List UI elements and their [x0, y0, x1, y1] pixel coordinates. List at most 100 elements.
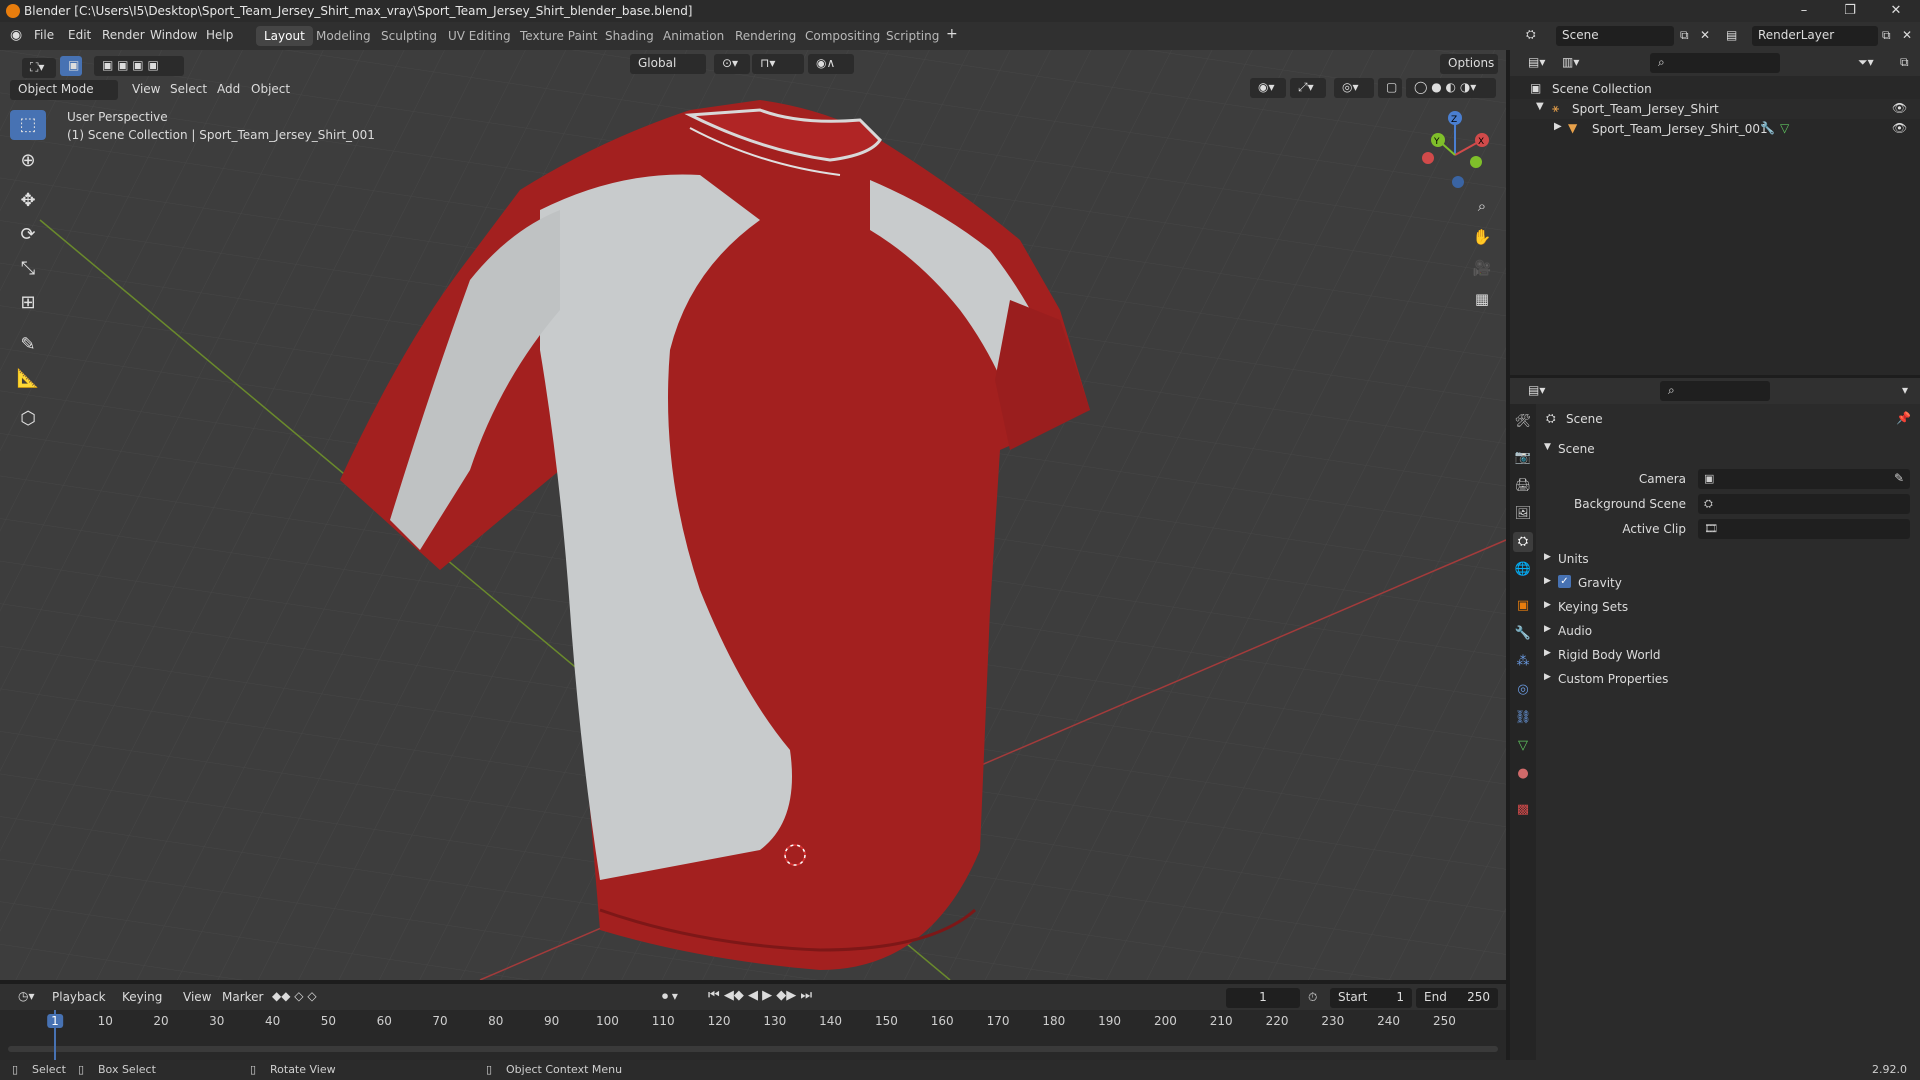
proportional-edit-icon[interactable]: ◉∧: [808, 54, 854, 74]
properties-editor-type-icon[interactable]: ▤▾: [1520, 381, 1550, 401]
transform-tool[interactable]: ⊞: [10, 288, 46, 318]
modifier-tab-icon[interactable]: 🔧: [1513, 624, 1533, 644]
delete-scene-icon[interactable]: ✕: [1700, 28, 1710, 42]
add-workspace-button[interactable]: +: [946, 26, 958, 42]
view-layer-selector[interactable]: RenderLayer: [1752, 26, 1878, 46]
cursor-tool[interactable]: ⊕: [10, 146, 46, 176]
tool-tab-icon[interactable]: 🛠: [1513, 412, 1533, 432]
select-mode-icon[interactable]: ▣: [60, 56, 82, 76]
pin-icon[interactable]: 📌: [1896, 411, 1911, 425]
zoom-icon[interactable]: ⌕: [1468, 192, 1496, 220]
new-collection-icon[interactable]: ⧉: [1892, 53, 1916, 73]
keying-sets-panel[interactable]: ▶ Keying Sets: [1540, 596, 1915, 618]
timeline-scrollbar[interactable]: [8, 1046, 1498, 1052]
layer-browse-icon[interactable]: ▤: [1726, 28, 1737, 42]
new-layer-icon[interactable]: ⧉: [1882, 28, 1891, 43]
view-layer-tab-icon[interactable]: 🖼: [1513, 504, 1533, 524]
object-mode-dropdown[interactable]: Object Mode: [10, 80, 118, 100]
gravity-checkbox[interactable]: ✓: [1558, 575, 1571, 588]
outliner-editor-type-icon[interactable]: ▤▾: [1520, 53, 1550, 73]
minimize-button[interactable]: –: [1782, 0, 1826, 22]
visibility-eye-icon[interactable]: 👁: [1892, 101, 1907, 115]
particles-tab-icon[interactable]: ⁂: [1513, 652, 1533, 672]
add-cube-tool[interactable]: ⬡: [10, 404, 46, 434]
units-panel[interactable]: ▶ Units: [1540, 548, 1915, 570]
visibility-icon[interactable]: ◉▾: [1250, 78, 1286, 98]
timeline-menu-marker[interactable]: Marker: [222, 990, 263, 1004]
pivot-point-icon[interactable]: ⊙▾: [714, 54, 750, 74]
menu-window[interactable]: Window: [150, 28, 197, 42]
outliner-row-jersey-001[interactable]: ▶ ▼ Sport_Team_Jersey_Shirt_001 🔧 ▽ 👁: [1510, 119, 1920, 139]
audio-panel[interactable]: ▶ Audio: [1540, 620, 1915, 642]
background-scene-field[interactable]: ⛭: [1698, 494, 1910, 514]
constraints-tab-icon[interactable]: ⛓: [1513, 708, 1533, 728]
outliner-row-scene-collection[interactable]: ▣ Scene Collection: [1510, 79, 1920, 99]
data-tab-icon[interactable]: ▽: [1513, 736, 1533, 756]
annotate-tool[interactable]: ✎: [10, 330, 46, 360]
scene-tab-icon[interactable]: ⛭: [1513, 532, 1533, 552]
tab-shading[interactable]: Shading: [597, 26, 662, 46]
selection-mode-buttons[interactable]: ▣ ▣ ▣ ▣: [94, 56, 184, 76]
texture-tab-icon[interactable]: ▩: [1513, 800, 1533, 820]
tab-texture-paint[interactable]: Texture Paint: [512, 26, 605, 46]
render-tab-icon[interactable]: 📷: [1513, 448, 1533, 468]
timeline-menu-keying[interactable]: Keying: [122, 990, 162, 1004]
active-clip-field[interactable]: 🎞: [1698, 519, 1910, 539]
properties-search-input[interactable]: ⌕: [1660, 381, 1770, 401]
select-box-tool[interactable]: ⬚: [10, 110, 46, 140]
scale-tool[interactable]: ⤡: [10, 254, 46, 284]
end-frame-field[interactable]: End 250: [1416, 988, 1498, 1008]
tab-animation[interactable]: Animation: [655, 26, 732, 46]
playback-controls[interactable]: ⏮ ◀◆ ◀ ▶ ◆▶ ⏭: [708, 988, 812, 1003]
close-window-button[interactable]: ✕: [1874, 0, 1918, 22]
collapse-arrow-icon[interactable]: ▶: [1554, 121, 1562, 132]
keyframe-buttons[interactable]: ◆◆ ◇ ◇: [272, 989, 317, 1003]
timeline-editor-type-icon[interactable]: ◷▾: [10, 987, 40, 1007]
overlays-icon[interactable]: ◎▾: [1334, 78, 1374, 98]
viewport-menu-object[interactable]: Object: [251, 82, 290, 96]
tab-layout[interactable]: Layout: [256, 26, 313, 46]
maximize-button[interactable]: ❐: [1828, 0, 1872, 22]
gizmo-toggle-icon[interactable]: ⤢▾: [1290, 78, 1326, 98]
camera-view-icon[interactable]: 🎥: [1468, 254, 1496, 282]
scene-selector[interactable]: Scene: [1556, 26, 1674, 46]
filter-icon[interactable]: ⏷▾: [1850, 53, 1884, 73]
auto-keying-icon[interactable]: ⏺ ▾: [662, 989, 678, 1004]
pan-hand-icon[interactable]: ✋: [1468, 223, 1496, 251]
tab-rendering[interactable]: Rendering: [727, 26, 804, 46]
viewport-menu-add[interactable]: Add: [217, 82, 240, 96]
measure-tool[interactable]: 📐: [10, 364, 46, 394]
snap-icon[interactable]: ⊓▾: [752, 54, 804, 74]
tab-uv-editing[interactable]: UV Editing: [440, 26, 519, 46]
visibility-eye-icon[interactable]: 👁: [1892, 121, 1907, 135]
move-tool[interactable]: ✥: [10, 186, 46, 216]
new-scene-icon[interactable]: ⧉: [1680, 28, 1689, 43]
scene-panel-header[interactable]: ▼ Scene: [1540, 438, 1915, 460]
timeline-menu-view[interactable]: View: [183, 990, 211, 1004]
viewport-menu-view[interactable]: View: [132, 82, 160, 96]
properties-options-icon[interactable]: ▾: [1894, 381, 1916, 401]
tab-sculpting[interactable]: Sculpting: [373, 26, 445, 46]
custom-properties-panel[interactable]: ▶ Custom Properties: [1540, 668, 1915, 690]
scene-browse-icon[interactable]: ⛭: [1526, 27, 1536, 42]
object-tab-icon[interactable]: ▣: [1513, 596, 1533, 616]
expand-arrow-icon[interactable]: ▼: [1536, 101, 1544, 112]
blender-menu-icon[interactable]: ◉: [10, 27, 22, 43]
current-frame-field[interactable]: 1: [1226, 988, 1300, 1008]
display-mode-icon[interactable]: ▥▾: [1554, 53, 1584, 73]
options-dropdown[interactable]: Options: [1440, 54, 1498, 74]
rotate-tool[interactable]: ⟳: [10, 220, 46, 250]
world-tab-icon[interactable]: 🌐: [1513, 560, 1533, 580]
menu-file[interactable]: File: [34, 28, 54, 42]
preview-range-icon[interactable]: ⏱: [1308, 990, 1317, 1005]
tab-modeling[interactable]: Modeling: [308, 26, 379, 46]
menu-edit[interactable]: Edit: [68, 28, 91, 42]
timeline-menu-playback[interactable]: Playback: [52, 990, 106, 1004]
start-frame-field[interactable]: Start 1: [1330, 988, 1412, 1008]
outliner-search-input[interactable]: ⌕: [1650, 53, 1780, 73]
3d-viewport[interactable]: ⛶▾ ▣ ▣ ▣ ▣ ▣ Object Mode View Select Add…: [0, 50, 1506, 980]
ortho-grid-icon[interactable]: ▦: [1468, 285, 1496, 313]
tab-compositing[interactable]: Compositing: [797, 26, 888, 46]
shading-mode-buttons[interactable]: ◯ ● ◐ ◑▾: [1406, 78, 1496, 98]
eyedropper-icon[interactable]: ✎: [1894, 471, 1904, 485]
